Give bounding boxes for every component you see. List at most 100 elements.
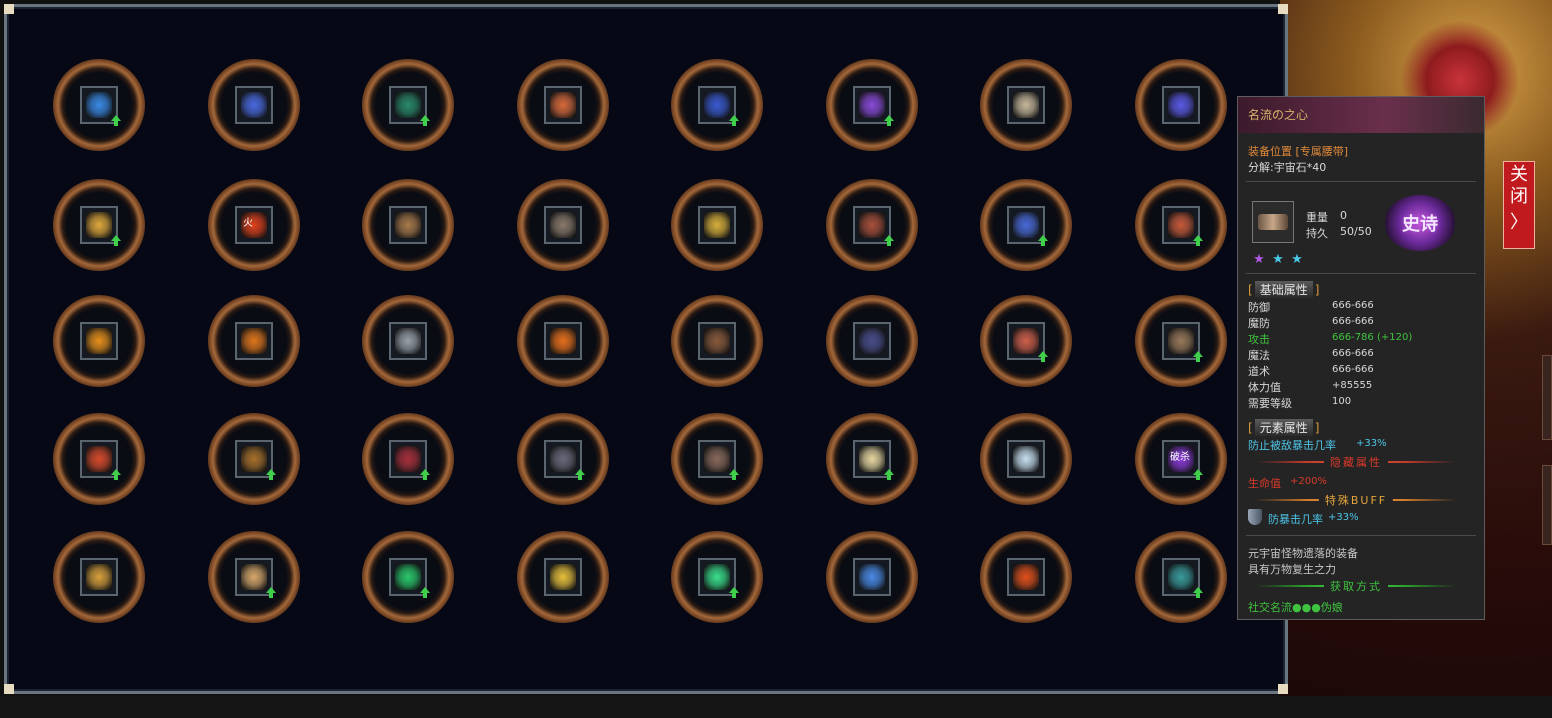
side-tab[interactable] <box>1542 465 1552 545</box>
upgrade-arrow-icon <box>729 587 739 599</box>
stat-value: 666-666 <box>1332 348 1374 359</box>
upgrade-arrow-icon <box>111 115 121 127</box>
separator <box>1246 535 1476 536</box>
panel-corner <box>4 4 14 14</box>
acquisition-text: 社交名流●●●伪娘 <box>1248 601 1343 614</box>
inventory-slot[interactable] <box>53 59 145 151</box>
stat-value: 100 <box>1332 396 1352 407</box>
acquisition-divider: 获取方式 <box>1256 578 1456 594</box>
stat-name: 魔法 <box>1248 349 1270 362</box>
scroll-icon <box>1007 86 1045 124</box>
inventory-slot[interactable] <box>517 413 609 505</box>
item-tooltip: 名流の之心 装备位置 [专属腰带] 分解:宇宙石*40 重量 0 持久 50/5… <box>1237 96 1485 620</box>
inventory-slot[interactable] <box>1135 59 1227 151</box>
inventory-slot[interactable] <box>208 531 300 623</box>
stat-name: 攻击 <box>1248 333 1270 346</box>
upgrade-arrow-icon <box>729 115 739 127</box>
inventory-slot[interactable] <box>208 413 300 505</box>
fire-gourd-icon <box>1007 558 1045 596</box>
stat-value: 666-666 <box>1332 364 1374 375</box>
inventory-slot[interactable] <box>826 531 918 623</box>
inventory-slot[interactable] <box>671 413 763 505</box>
stat-value: 666-666 <box>1332 316 1374 327</box>
item-preview-icon <box>1252 201 1294 243</box>
inventory-slot[interactable] <box>1135 179 1227 271</box>
crystal-icon <box>1007 440 1045 478</box>
side-tab[interactable] <box>1542 355 1552 440</box>
inventory-slot[interactable] <box>208 59 300 151</box>
fire-beast-icon <box>235 322 273 360</box>
description-line: 元宇宙怪物遗落的装备 <box>1248 547 1358 560</box>
separator <box>1246 273 1476 274</box>
upgrade-arrow-icon <box>420 115 430 127</box>
description-line: 具有万物复生之力 <box>1248 563 1336 576</box>
inventory-slot[interactable] <box>53 531 145 623</box>
inventory-slot[interactable]: 破杀 <box>1135 413 1227 505</box>
inventory-slot[interactable] <box>53 179 145 271</box>
stat-name: 魔防 <box>1248 317 1270 330</box>
inventory-slot[interactable] <box>53 295 145 387</box>
tooltip-title: 名流の之心 <box>1238 97 1484 133</box>
inventory-slot[interactable] <box>1135 531 1227 623</box>
separator <box>1246 181 1476 182</box>
upgrade-arrow-icon <box>1193 587 1203 599</box>
inventory-slot[interactable] <box>671 59 763 151</box>
inventory-slot[interactable] <box>517 531 609 623</box>
inventory-slot[interactable] <box>980 531 1072 623</box>
element-stat-name: 防止被敌暴击几率 <box>1248 439 1336 452</box>
inventory-slot[interactable] <box>671 531 763 623</box>
stat-value: 666-666 <box>1332 300 1374 311</box>
inventory-slot[interactable] <box>980 413 1072 505</box>
inventory-slot[interactable] <box>362 59 454 151</box>
durability-label: 持久 <box>1306 227 1328 240</box>
element-stat-value: +33% <box>1356 438 1387 449</box>
special-buff-divider: 特殊BUFF <box>1256 492 1456 508</box>
inventory-slot[interactable] <box>53 413 145 505</box>
stat-name: 道术 <box>1248 365 1270 378</box>
upgrade-arrow-icon <box>1193 469 1203 481</box>
close-button[interactable]: 关 闭 〉 <box>1503 161 1535 249</box>
inventory-slot[interactable] <box>980 179 1072 271</box>
inventory-slot[interactable] <box>1135 295 1227 387</box>
silver-staff-icon <box>389 322 427 360</box>
panel-corner <box>1278 684 1288 694</box>
inventory-slot[interactable] <box>980 59 1072 151</box>
gold-sword-icon <box>544 558 582 596</box>
buff-value: +33% <box>1328 512 1359 523</box>
section-label: 元素属性 <box>1254 419 1313 436</box>
bottom-bar <box>0 696 1552 718</box>
inventory-slot[interactable] <box>517 295 609 387</box>
inventory-slot[interactable] <box>980 295 1072 387</box>
inventory-slot[interactable] <box>517 59 609 151</box>
upgrade-arrow-icon <box>1193 351 1203 363</box>
divider-label: 获取方式 <box>1324 578 1388 594</box>
inventory-slot[interactable] <box>362 531 454 623</box>
buff-text: 防暴击几率 <box>1268 513 1323 526</box>
inventory-slot[interactable] <box>826 295 918 387</box>
inventory-slot[interactable] <box>826 59 918 151</box>
bone-axe-icon <box>389 206 427 244</box>
weight-value: 0 <box>1340 209 1347 222</box>
inventory-slot[interactable] <box>208 295 300 387</box>
stat-name: 体力值 <box>1248 381 1281 394</box>
inventory-slot[interactable] <box>671 179 763 271</box>
inventory-slot[interactable]: 火 <box>208 179 300 271</box>
section-label: 基础属性 <box>1254 281 1313 298</box>
weight-label: 重量 <box>1306 211 1328 224</box>
inventory-slot[interactable] <box>362 179 454 271</box>
equip-slot-line: 装备位置 [专属腰带] <box>1248 145 1349 158</box>
hidden-stat-name: 生命值 <box>1248 477 1281 490</box>
epic-rarity-badge: 史诗 <box>1384 195 1456 251</box>
inventory-slot[interactable] <box>826 179 918 271</box>
blue-ring-icon <box>1162 86 1200 124</box>
inventory-slot[interactable] <box>362 295 454 387</box>
stat-value: 666-786 (+120) <box>1332 332 1413 343</box>
inventory-slot[interactable] <box>826 413 918 505</box>
inventory-slot[interactable] <box>362 413 454 505</box>
close-label-line1: 关 <box>1510 164 1528 185</box>
star-icon: ★ <box>1272 252 1284 267</box>
inventory-slot[interactable] <box>517 179 609 271</box>
inventory-slot[interactable] <box>671 295 763 387</box>
decompose-line: 分解:宇宙石*40 <box>1248 161 1327 174</box>
flame-square-icon <box>544 322 582 360</box>
